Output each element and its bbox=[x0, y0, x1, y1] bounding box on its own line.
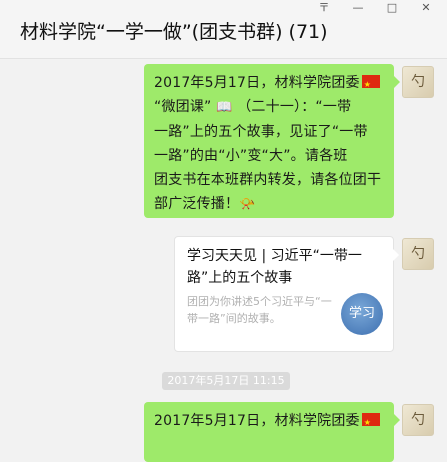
trumpet-icon: 📯 bbox=[239, 197, 256, 212]
avatar[interactable]: 勺 bbox=[402, 404, 434, 436]
pin-icon[interactable]: 〒 bbox=[307, 0, 341, 18]
avatar[interactable]: 勺 bbox=[402, 66, 434, 98]
message-bubble[interactable]: 2017年5月17日，材料学院团委 bbox=[144, 402, 400, 462]
china-flag-icon bbox=[361, 411, 380, 435]
message-line: 2017年5月17日，材料学院团委 bbox=[154, 71, 384, 97]
message-line: 2017年5月17日，材料学院团委 bbox=[154, 409, 384, 435]
book-icon: 📖 bbox=[216, 100, 233, 115]
close-button[interactable]: ✕ bbox=[409, 0, 443, 18]
message-line: 部广泛传播！📯 bbox=[154, 196, 256, 212]
chat-title: 材料学院“一学一做”(团支书群) (71) bbox=[20, 21, 328, 43]
link-card-title: 学习天天见 | 习近平“一带一路”上的五个故事 bbox=[187, 248, 362, 286]
link-card-thumbnail: 学习 bbox=[341, 293, 383, 335]
link-card-description: 团团为你讲述5个习近平与“一带一路”间的故事。 bbox=[187, 295, 332, 325]
message-line: “微团课” 📖 （二十一）：“一带 bbox=[154, 99, 352, 115]
message-line: 团支书在本班群内转发，请各位团干 bbox=[154, 172, 382, 188]
link-card[interactable]: 学习天天见 | 习近平“一带一路”上的五个故事 团团为你讲述5个习近平与“一带一… bbox=[174, 236, 399, 352]
maximize-button[interactable]: □ bbox=[375, 0, 409, 18]
title-bar: 〒 — □ ✕ 材料学院“一学一做”(团支书群) (71) bbox=[0, 0, 447, 59]
avatar[interactable]: 勺 bbox=[402, 238, 434, 270]
timestamp: 2017年5月17日 11:15 bbox=[162, 372, 290, 390]
message-line: 一路”上的五个故事，见证了“一带 bbox=[154, 124, 368, 140]
minimize-button[interactable]: — bbox=[341, 0, 375, 18]
message-line: 一路”的由“小”变“大”。请各班 bbox=[154, 148, 348, 164]
china-flag-icon bbox=[361, 73, 380, 97]
window-controls: 〒 — □ ✕ bbox=[307, 0, 443, 18]
message-bubble[interactable]: 2017年5月17日，材料学院团委 “微团课” 📖 （二十一）：“一带 一路”上… bbox=[144, 64, 400, 218]
